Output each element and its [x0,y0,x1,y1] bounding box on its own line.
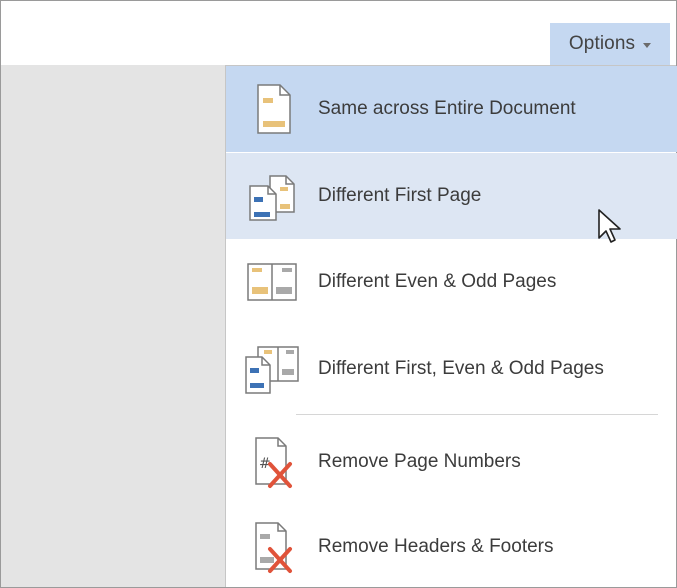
mouse-pointer-icon [598,209,621,243]
options-dropdown-button[interactable]: Options [550,23,670,65]
toolbar: Options [1,1,676,65]
different-first-page-icon [242,168,302,224]
even-odd-pages-icon [242,254,302,310]
menu-item-label: Remove Headers & Footers [318,536,554,557]
menu-item-label: Different First, Even & Odd Pages [318,358,604,379]
menu-item-label: Same across Entire Document [318,98,576,119]
menu-item-same-across-document[interactable]: Same across Entire Document [226,66,677,152]
remove-headers-footers-icon [242,519,302,575]
menu-item-label: Different Even & Odd Pages [318,271,557,292]
menu-item-label: Remove Page Numbers [318,451,521,472]
first-even-odd-pages-icon [242,341,302,397]
options-label: Options [568,33,636,54]
options-menu: Same across Entire Document Different Fi… [225,65,677,588]
menu-item-different-first-even-odd[interactable]: Different First, Even & Odd Pages [226,326,677,412]
menu-item-remove-headers-footers[interactable]: Remove Headers & Footers [226,504,677,588]
single-page-header-icon [242,81,302,137]
chevron-down-icon [643,42,652,48]
remove-page-numbers-icon: # [242,434,302,490]
menu-separator [296,414,658,415]
menu-item-different-even-odd[interactable]: Different Even & Odd Pages [226,239,677,325]
menu-item-remove-page-numbers[interactable]: # Remove Page Numbers [226,419,677,505]
document-background [1,65,225,587]
menu-item-label: Different First Page [318,185,482,206]
